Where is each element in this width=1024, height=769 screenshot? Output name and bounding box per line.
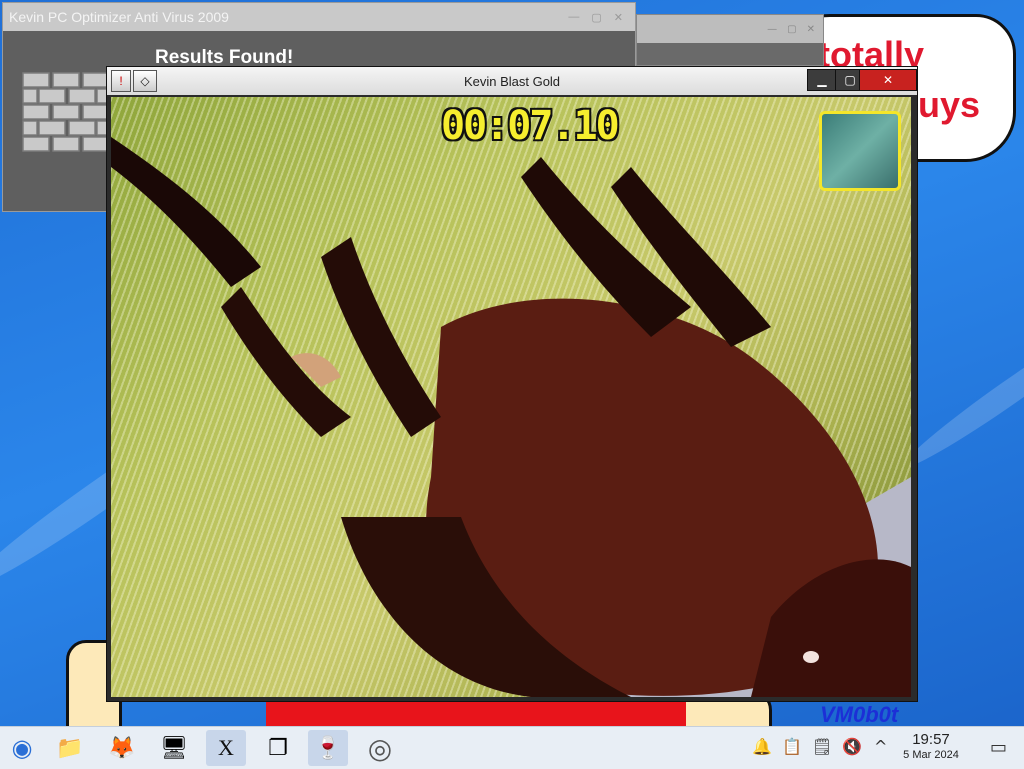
system-settings-icon: 🖥 — [160, 735, 188, 761]
firefox-icon: 🦊 — [108, 735, 136, 761]
vm-label: VM0b0t — [820, 702, 899, 727]
game-window[interactable]: ! ◇ Kevin Blast Gold ▁ ▢ ✕ 00:07.10 — [106, 66, 918, 702]
optimizer-window-title: Kevin PC Optimizer Anti Virus 2009 — [9, 9, 229, 25]
file-manager-button[interactable]: 📁 — [50, 730, 90, 766]
start-menu-icon: ◉ — [11, 734, 33, 762]
start-menu-button[interactable]: ◉ — [2, 730, 42, 766]
notifications-icon[interactable]: 🔔 — [752, 737, 772, 756]
system-settings-button[interactable]: 🖥 — [154, 730, 194, 766]
minimap — [819, 111, 901, 191]
close-icon[interactable]: ✕ — [859, 69, 917, 91]
window-switcher-icon: ❐ — [268, 735, 288, 761]
game-viewport[interactable]: 00:07.10 — [111, 97, 911, 697]
clock-date: 5 Mar 2024 — [903, 749, 959, 761]
game-window-titlebar[interactable]: ! ◇ Kevin Blast Gold ▁ ▢ ✕ — [107, 67, 917, 95]
brick-wall-icon — [22, 72, 110, 152]
clipboard-icon[interactable]: 📋 — [782, 737, 802, 756]
minimize-icon[interactable]: — — [767, 24, 777, 35]
taskbar: ◉ 📁 🦊 🖥 X ❐ 🍷 ◎ 🔔 📋 🗒 🔇 ^ ▭ — [0, 726, 1024, 769]
minimize-icon[interactable]: — — [568, 11, 579, 23]
cartoon-figure-red-shirt — [266, 700, 686, 726]
firefox-button[interactable]: 🦊 — [102, 730, 142, 766]
close-icon[interactable]: ✕ — [614, 11, 623, 24]
x-app-icon: X — [218, 735, 234, 760]
maximize-icon[interactable]: ▢ — [787, 24, 796, 35]
clock-time: 19:57 — [912, 731, 950, 748]
optimizer-window-titlebar[interactable]: Kevin PC Optimizer Anti Virus 2009 — ▢ ✕ — [3, 3, 635, 31]
background-window-titlebar[interactable]: — ▢ ✕ — [637, 15, 823, 43]
race-timer: 00:07.10 — [441, 103, 620, 149]
compass-app-icon: ◎ — [367, 731, 393, 765]
clock[interactable]: 19:57 5 Mar 2024 — [892, 731, 970, 762]
x-app-button[interactable]: X — [206, 730, 246, 766]
wine-glass-icon: 🍷 — [314, 735, 342, 761]
close-icon[interactable]: ✕ — [807, 24, 815, 35]
show-desktop-icon[interactable]: ▭ — [990, 737, 1007, 758]
horse-scene — [111, 137, 911, 697]
volume-muted-icon[interactable]: 🔇 — [842, 737, 862, 756]
compass-app-button[interactable]: ◎ — [360, 730, 400, 766]
minimize-icon[interactable]: ▁ — [807, 69, 837, 91]
background-window[interactable]: — ▢ ✕ — [636, 14, 824, 66]
game-window-title: Kevin Blast Gold — [463, 73, 561, 89]
window-switcher-button[interactable]: ❐ — [258, 730, 298, 766]
maximize-icon[interactable]: ▢ — [591, 11, 601, 24]
wine-app-button[interactable]: 🍷 — [308, 730, 348, 766]
expand-tray-icon[interactable]: ^ — [874, 737, 887, 756]
file-manager-icon: 📁 — [56, 735, 84, 761]
notes-icon[interactable]: 🗒 — [812, 737, 832, 756]
